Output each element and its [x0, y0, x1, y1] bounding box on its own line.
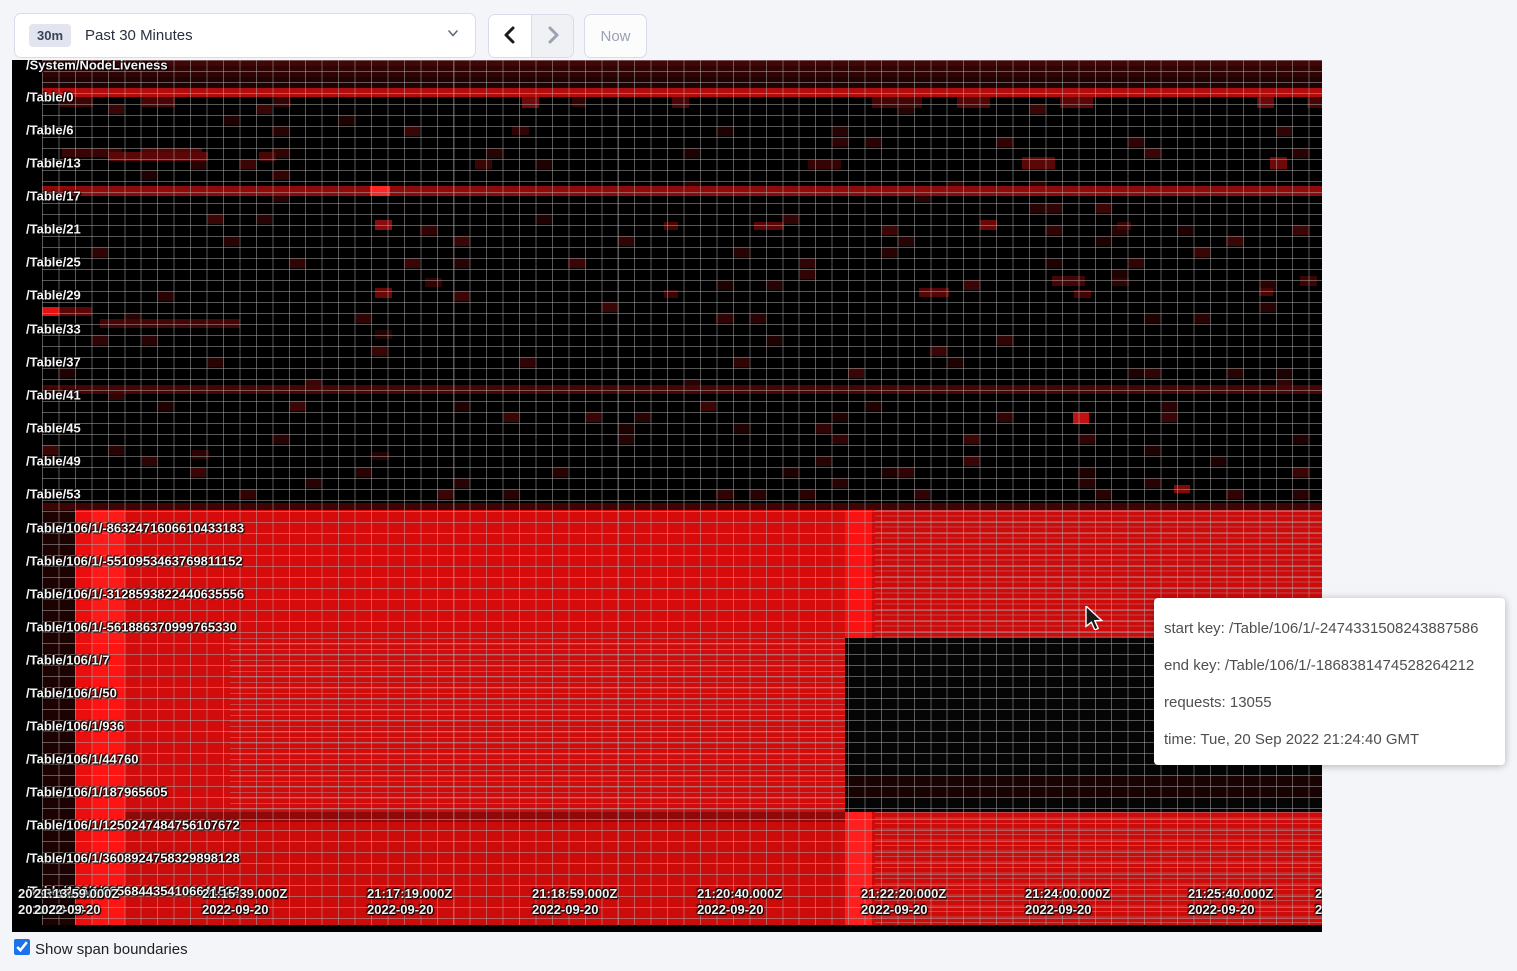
row-label: /Table/49 — [26, 454, 81, 469]
show-span-boundaries-toggle[interactable] — [14, 939, 35, 960]
x-axis-tick: 21:25:40.000Z2022-09-20 — [1188, 886, 1273, 918]
x-axis-tick: 21:24:00.000Z2022-09-20 — [1025, 886, 1110, 918]
row-label: /Table/6 — [26, 123, 73, 138]
row-label: /Table/106/1/44760 — [26, 752, 139, 767]
prev-button[interactable] — [489, 15, 531, 57]
key-visualizer-heatmap[interactable]: /System/NodeLiveness/Table/0/Table/6/Tab… — [12, 60, 1322, 932]
row-label: /Table/106/1/936 — [26, 719, 124, 734]
x-axis-tick: 21:15:39.000Z2022-09-20 — [202, 886, 287, 918]
row-label: /Table/37 — [26, 355, 81, 370]
tooltip-time: time: Tue, 20 Sep 2022 21:24:40 GMT — [1164, 721, 1497, 758]
row-label: /Table/106/1/1250247484756107672 — [26, 818, 240, 833]
next-button[interactable] — [531, 15, 573, 57]
x-axis-tick: 21:27:20.000Z2022-09-20 — [1315, 886, 1322, 918]
fine-grid-overlay — [230, 638, 845, 812]
now-button[interactable]: Now — [584, 14, 647, 58]
mouse-cursor-icon — [1084, 606, 1106, 630]
row-label: /Table/0 — [26, 90, 73, 105]
row-label: /Table/21 — [26, 222, 81, 237]
key-visualizer-page: 30m Past 30 Minutes Now /System/NodeLive… — [0, 0, 1517, 971]
row-label: /Table/13 — [26, 156, 81, 171]
time-range-select[interactable]: 30m Past 30 Minutes — [14, 13, 476, 58]
x-axis-tick: 21:17:19.000Z2022-09-20 — [367, 886, 452, 918]
x-axis-tick: 21:13:59.000Z2022-09-20 — [34, 886, 119, 918]
row-label: /Table/106/1/3608924758329898128 — [26, 851, 240, 866]
time-range-badge: 30m — [29, 24, 71, 47]
x-axis-tick: 21:20:40.000Z2022-09-20 — [697, 886, 782, 918]
row-label: /Table/106/1/-3128593822440635556 — [26, 587, 244, 602]
footer-bar: Show span boundaries — [14, 939, 188, 960]
tooltip-end-key: end key: /Table/106/1/-18683814745282642… — [1164, 647, 1497, 684]
row-label: /System/NodeLiveness — [26, 60, 168, 73]
row-label: /Table/106/1/-561886370999765330 — [26, 620, 237, 635]
row-label: /Table/33 — [26, 322, 81, 337]
show-span-boundaries-label: Show span boundaries — [35, 941, 188, 958]
time-nav-button-group — [488, 14, 574, 58]
chevron-right-icon — [544, 25, 562, 48]
x-axis-tick: 21:22:20.000Z2022-09-20 — [861, 886, 946, 918]
time-range-label: Past 30 Minutes — [85, 27, 193, 44]
row-label: /Table/29 — [26, 288, 81, 303]
row-label: /Table/106/1/187965605 — [26, 785, 167, 800]
chevron-left-icon — [501, 25, 519, 48]
chevron-down-icon — [445, 25, 461, 46]
row-label: /Table/53 — [26, 487, 81, 502]
hover-tooltip: start key: /Table/106/1/-247433150824388… — [1154, 598, 1505, 765]
row-label: /Table/106/1/-8632471606610433183 — [26, 521, 244, 536]
x-axis-tick: 21:18:59.000Z2022-09-20 — [532, 886, 617, 918]
tooltip-requests: requests: 13055 — [1164, 684, 1497, 721]
row-label: /Table/106/1/50 — [26, 686, 117, 701]
row-label: /Table/45 — [26, 421, 81, 436]
row-label: /Table/17 — [26, 189, 81, 204]
row-label: /Table/106/1/-5510953463769811152 — [26, 554, 243, 569]
show-span-boundaries-checkbox[interactable] — [14, 939, 30, 955]
row-label: /Table/25 — [26, 255, 81, 270]
tooltip-start-key: start key: /Table/106/1/-247433150824388… — [1164, 610, 1497, 647]
row-label: /Table/41 — [26, 388, 81, 403]
row-label: /Table/106/1/7 — [26, 653, 110, 668]
